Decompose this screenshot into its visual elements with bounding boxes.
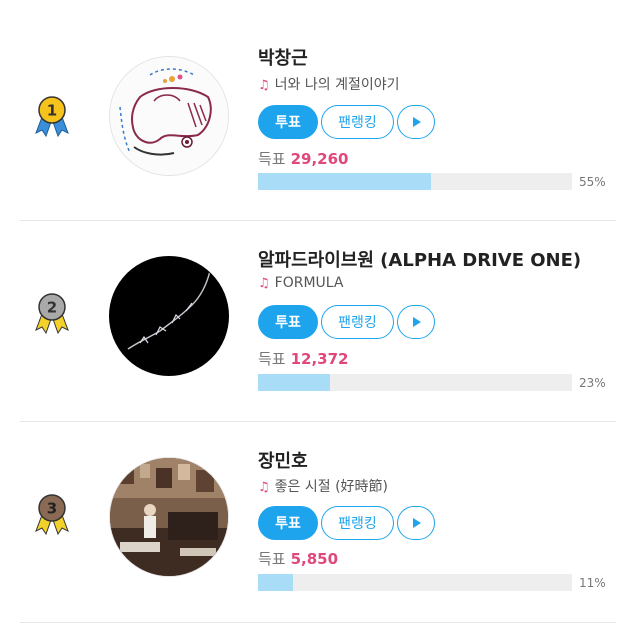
votes-label: 득표 <box>258 150 286 168</box>
ranking-row: 2 알파드라이브원 (ALPHA DRIVE ONE) ♫ FORMULA 투표 … <box>20 221 616 422</box>
fan-ranking-button[interactable]: 팬랭킹 <box>321 305 394 339</box>
votes-label: 득표 <box>258 550 286 568</box>
song-title: ♫ FORMULA <box>258 275 343 291</box>
vote-progress-fill <box>258 574 293 591</box>
votes-number: 12,372 <box>290 350 349 368</box>
rank-2-medal-icon: 2 <box>35 293 69 335</box>
vote-percentage: 11% <box>579 576 606 590</box>
song-title-text: 좋은 시절 (好時節) <box>274 479 389 495</box>
song-title: ♫ 좋은 시절 (好時節) <box>258 476 388 496</box>
ranking-row: 3 장민호 ♫ 좋은 시절 (好時節) 투표 팬랭킹 득표 5,850 11% <box>20 422 616 623</box>
votes-number: 5,850 <box>290 550 339 568</box>
music-note-icon: ♫ <box>258 276 270 291</box>
play-icon <box>413 518 421 528</box>
play-button[interactable] <box>397 105 435 139</box>
rank-1-medal-icon: 1 <box>35 96 69 138</box>
photo-album-cover-icon <box>110 458 228 576</box>
vote-progress-fill <box>258 374 331 391</box>
vote-button[interactable]: 투표 <box>258 506 318 540</box>
artist-name: 알파드라이브원 (ALPHA DRIVE ONE) <box>258 250 582 271</box>
vote-count: 득표 5,850 <box>258 548 338 569</box>
music-note-icon: ♫ <box>258 78 270 93</box>
music-note-icon: ♫ <box>258 480 270 495</box>
play-icon <box>413 317 421 327</box>
artist-name: 장민호 <box>258 451 308 472</box>
row-divider <box>20 622 616 623</box>
vote-progress-bar <box>258 374 572 391</box>
album-cover[interactable] <box>109 457 229 577</box>
vote-progress-fill <box>258 173 431 190</box>
vote-percentage: 23% <box>579 376 606 390</box>
vote-button[interactable]: 투표 <box>258 305 318 339</box>
vote-progress-bar <box>258 574 572 591</box>
fan-ranking-button[interactable]: 팬랭킹 <box>321 105 394 139</box>
song-title-text: 너와 나의 계절이야기 <box>274 77 400 93</box>
album-cover[interactable] <box>109 56 229 176</box>
play-button[interactable] <box>397 506 435 540</box>
fan-ranking-button[interactable]: 팬랭킹 <box>321 506 394 540</box>
vote-percentage: 55% <box>579 175 606 189</box>
ranking-row: 1 박창근 ♫ 너와 나의 계절이야기 투표 팬랭킹 득표 29,260 55% <box>20 20 616 221</box>
vote-button[interactable]: 투표 <box>258 105 318 139</box>
medal-rank-label: 3 <box>47 500 57 518</box>
artist-name: 박창근 <box>258 48 308 69</box>
medal-rank-label: 2 <box>47 299 57 317</box>
play-button[interactable] <box>397 305 435 339</box>
medal-rank-label: 1 <box>47 102 57 120</box>
play-icon <box>413 117 421 127</box>
votes-label: 득표 <box>258 350 286 368</box>
vote-count: 득표 29,260 <box>258 148 349 169</box>
album-cover[interactable] <box>109 256 229 376</box>
song-title: ♫ 너와 나의 계절이야기 <box>258 74 399 94</box>
votes-number: 29,260 <box>290 150 349 168</box>
black-album-cover-icon <box>110 257 228 375</box>
song-title-text: FORMULA <box>274 275 344 291</box>
illustrated-album-cover-icon <box>110 57 228 175</box>
vote-progress-bar <box>258 173 572 190</box>
rank-3-medal-icon: 3 <box>35 494 69 536</box>
vote-count: 득표 12,372 <box>258 348 349 369</box>
